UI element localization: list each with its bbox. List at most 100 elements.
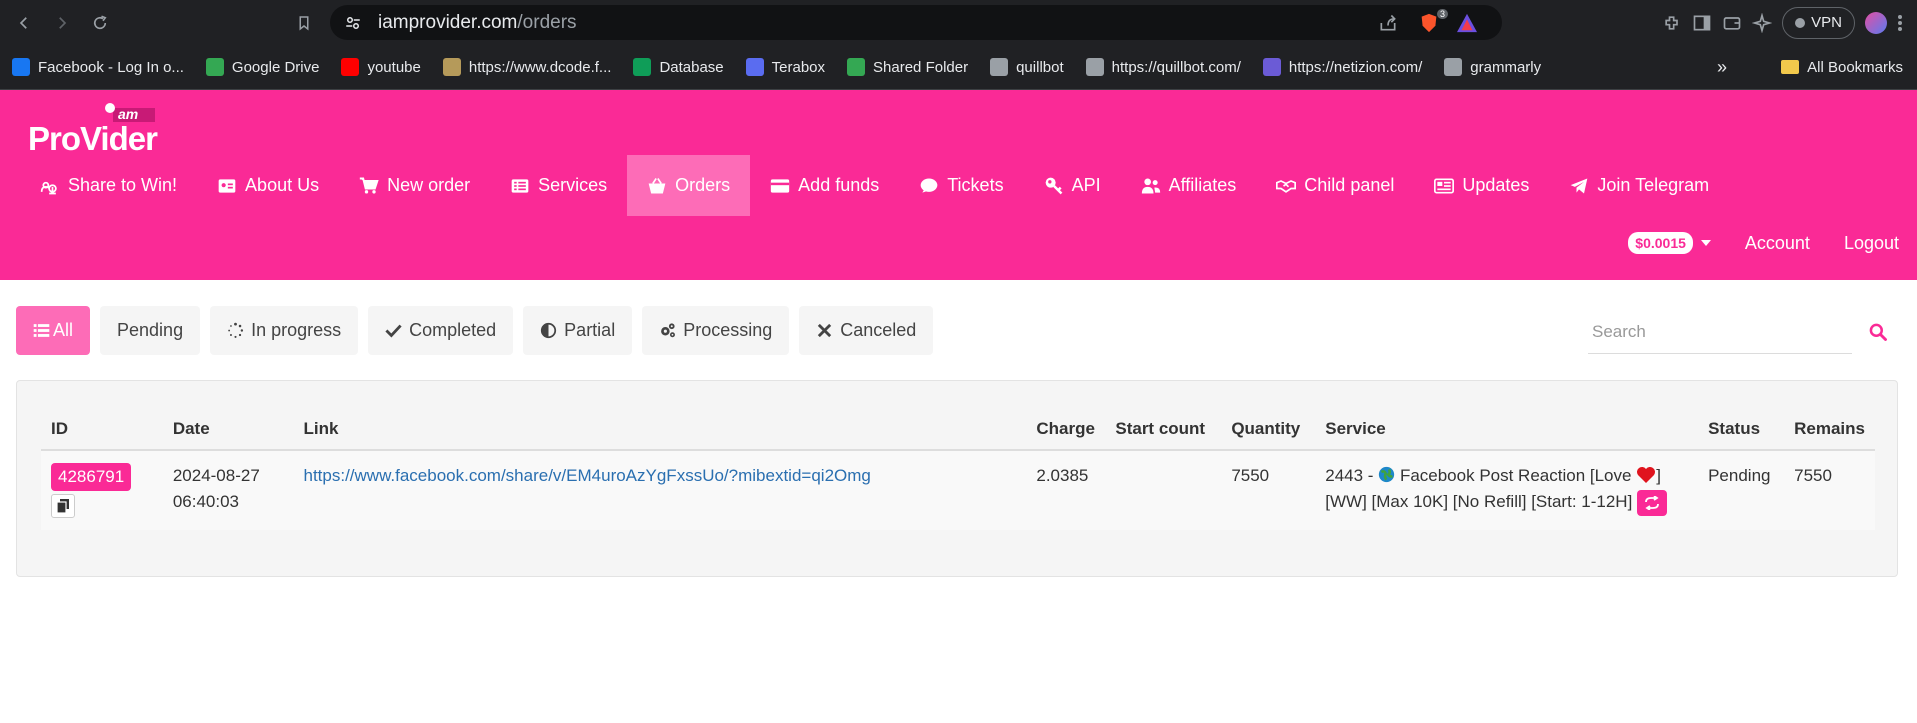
half-circle-icon xyxy=(541,322,557,339)
nav-item-label: Share to Win! xyxy=(68,175,178,195)
order-quantity: 7550 xyxy=(1221,450,1316,530)
bookmark-item[interactable]: Facebook - Log In o... xyxy=(12,58,184,76)
filter-completed[interactable]: Completed xyxy=(368,306,514,355)
bookmark-item[interactable]: Terabox xyxy=(745,58,825,76)
bookmark-item[interactable]: quillbot xyxy=(990,58,1064,76)
nav-item-add-funds[interactable]: Add funds xyxy=(750,155,899,216)
cell-link: https://www.facebook.com/share/v/EM4uroA… xyxy=(293,450,1027,530)
nav-item-tickets[interactable]: Tickets xyxy=(899,155,1023,216)
caret-down-icon xyxy=(1700,240,1711,246)
bookmarks-bar: Facebook - Log In o... Google Drive youtub… xyxy=(0,45,1917,90)
bookmark-item[interactable]: Google Drive xyxy=(205,58,319,76)
nav-item-new-order[interactable]: New order xyxy=(339,155,490,216)
filter-processing[interactable]: Processing xyxy=(642,306,790,355)
basket-icon xyxy=(648,177,666,193)
users-cog-icon xyxy=(40,181,57,194)
nav-item-share-to-win[interactable]: Share to Win! xyxy=(20,155,197,216)
filter-pending[interactable]: Pending xyxy=(100,306,201,355)
nav-item-child-panel[interactable]: Child panel xyxy=(1256,155,1414,216)
nav-item-affiliates[interactable]: Affiliates xyxy=(1121,155,1257,216)
list-icon xyxy=(511,178,529,193)
feather-icon xyxy=(1085,58,1104,76)
bookmark-item[interactable]: youtube xyxy=(341,58,421,76)
nav-item-services[interactable]: Services xyxy=(490,155,627,216)
vpn-button[interactable]: VPN xyxy=(1782,6,1855,39)
orders-panel: ID Date Link Charge Start count Quantity Servi… xyxy=(16,380,1898,577)
back-icon[interactable] xyxy=(8,7,40,39)
credit-card-icon xyxy=(771,178,790,193)
extensions-icon[interactable] xyxy=(1662,13,1682,33)
logout-link[interactable]: Logout xyxy=(1844,233,1899,254)
filter-label: Processing xyxy=(683,320,773,340)
bookmark-label: youtube xyxy=(367,58,421,76)
more-bookmarks-icon[interactable]: » xyxy=(1717,57,1727,78)
account-nav: $0.0015 Account Logout xyxy=(1628,232,1899,254)
bookmark-label: quillbot xyxy=(1016,58,1064,76)
list-icon xyxy=(33,324,50,337)
filter-in-progress[interactable]: In progress xyxy=(210,306,359,355)
filter-all[interactable]: All xyxy=(16,306,91,355)
bookmark-label: https://quillbot.com/ xyxy=(1111,58,1241,76)
bookmark-item[interactable]: https://netizion.com/ xyxy=(1262,58,1422,76)
folder-icon xyxy=(1781,60,1800,74)
netizion-icon xyxy=(1262,58,1281,76)
filter-label: Partial xyxy=(564,320,616,340)
refill-button[interactable] xyxy=(1637,489,1668,516)
order-id-badge[interactable]: 4286791 xyxy=(51,463,132,491)
bookmark-item[interactable]: https://www.dcode.f... xyxy=(442,58,612,76)
menu-icon[interactable] xyxy=(1897,13,1903,33)
site-settings-icon[interactable] xyxy=(344,14,362,32)
url-text: iamprovider.com/orders xyxy=(378,11,577,33)
terabox-icon xyxy=(745,58,764,76)
service-suffix: ] xyxy=(1656,466,1661,485)
nav-item-join-telegram[interactable]: Join Telegram xyxy=(1549,155,1729,216)
nav-item-label: Updates xyxy=(1462,175,1530,195)
search-input[interactable] xyxy=(1588,310,1853,354)
wallet-icon[interactable] xyxy=(1722,13,1742,33)
status-filter-bar: All Pending In progress Completed Partial Pro… xyxy=(16,306,934,355)
leo-ai-icon[interactable] xyxy=(1752,12,1773,33)
column-header-remains: Remains xyxy=(1784,408,1875,451)
brave-shield-icon[interactable]: 3 xyxy=(1418,9,1448,34)
copy-button[interactable] xyxy=(51,494,75,518)
bookmark-label: grammarly xyxy=(1470,58,1542,76)
bookmark-item[interactable]: grammarly xyxy=(1444,58,1541,76)
nav-item-label: Orders xyxy=(675,175,731,195)
nav-item-label: API xyxy=(1071,175,1101,195)
filter-partial[interactable]: Partial xyxy=(523,306,633,355)
order-start-count xyxy=(1105,450,1222,530)
order-charge: 2.0385 xyxy=(1026,450,1106,530)
search-button[interactable] xyxy=(1866,320,1890,344)
profile-avatar[interactable] xyxy=(1865,11,1887,34)
youtube-icon xyxy=(341,58,360,76)
nav-item-about-us[interactable]: About Us xyxy=(197,155,339,216)
reload-icon[interactable] xyxy=(84,7,116,39)
bookmark-item[interactable]: https://quillbot.com/ xyxy=(1085,58,1241,76)
account-link[interactable]: Account xyxy=(1745,233,1810,254)
id-card-icon xyxy=(218,178,236,193)
share-icon[interactable] xyxy=(1378,13,1398,33)
brave-rewards-icon[interactable] xyxy=(1456,13,1478,33)
site-logo[interactable]: am ProVider xyxy=(28,100,178,160)
all-bookmarks[interactable]: All Bookmarks xyxy=(1781,59,1903,76)
bookmark-label: https://www.dcode.f... xyxy=(468,58,612,76)
bookmark-page-icon[interactable] xyxy=(288,7,320,39)
column-header-quantity: Quantity xyxy=(1221,408,1316,451)
filter-label: Pending xyxy=(117,320,184,340)
column-header-date: Date xyxy=(162,408,294,451)
order-link[interactable]: https://www.facebook.com/share/v/EM4uroA… xyxy=(303,466,870,485)
filter-canceled[interactable]: Canceled xyxy=(799,306,934,355)
bookmark-item[interactable]: Database xyxy=(633,58,724,76)
nav-item-api[interactable]: API xyxy=(1024,155,1121,216)
forward-icon[interactable] xyxy=(46,7,78,39)
sidebar-icon[interactable] xyxy=(1692,13,1712,33)
table-header-row: ID Date Link Charge Start count Quantity Servi… xyxy=(41,408,1875,451)
nav-item-label: Add funds xyxy=(798,175,880,195)
nav-item-orders[interactable]: Orders xyxy=(627,155,751,216)
balance-dropdown[interactable]: $0.0015 xyxy=(1628,232,1711,254)
nav-item-updates[interactable]: Updates xyxy=(1414,155,1549,216)
brave-badge: 3 xyxy=(1436,9,1448,19)
bookmark-label: Database xyxy=(659,58,724,76)
bookmark-item[interactable]: Shared Folder xyxy=(847,58,968,76)
address-bar[interactable]: iamprovider.com/orders 3 xyxy=(330,5,1502,40)
